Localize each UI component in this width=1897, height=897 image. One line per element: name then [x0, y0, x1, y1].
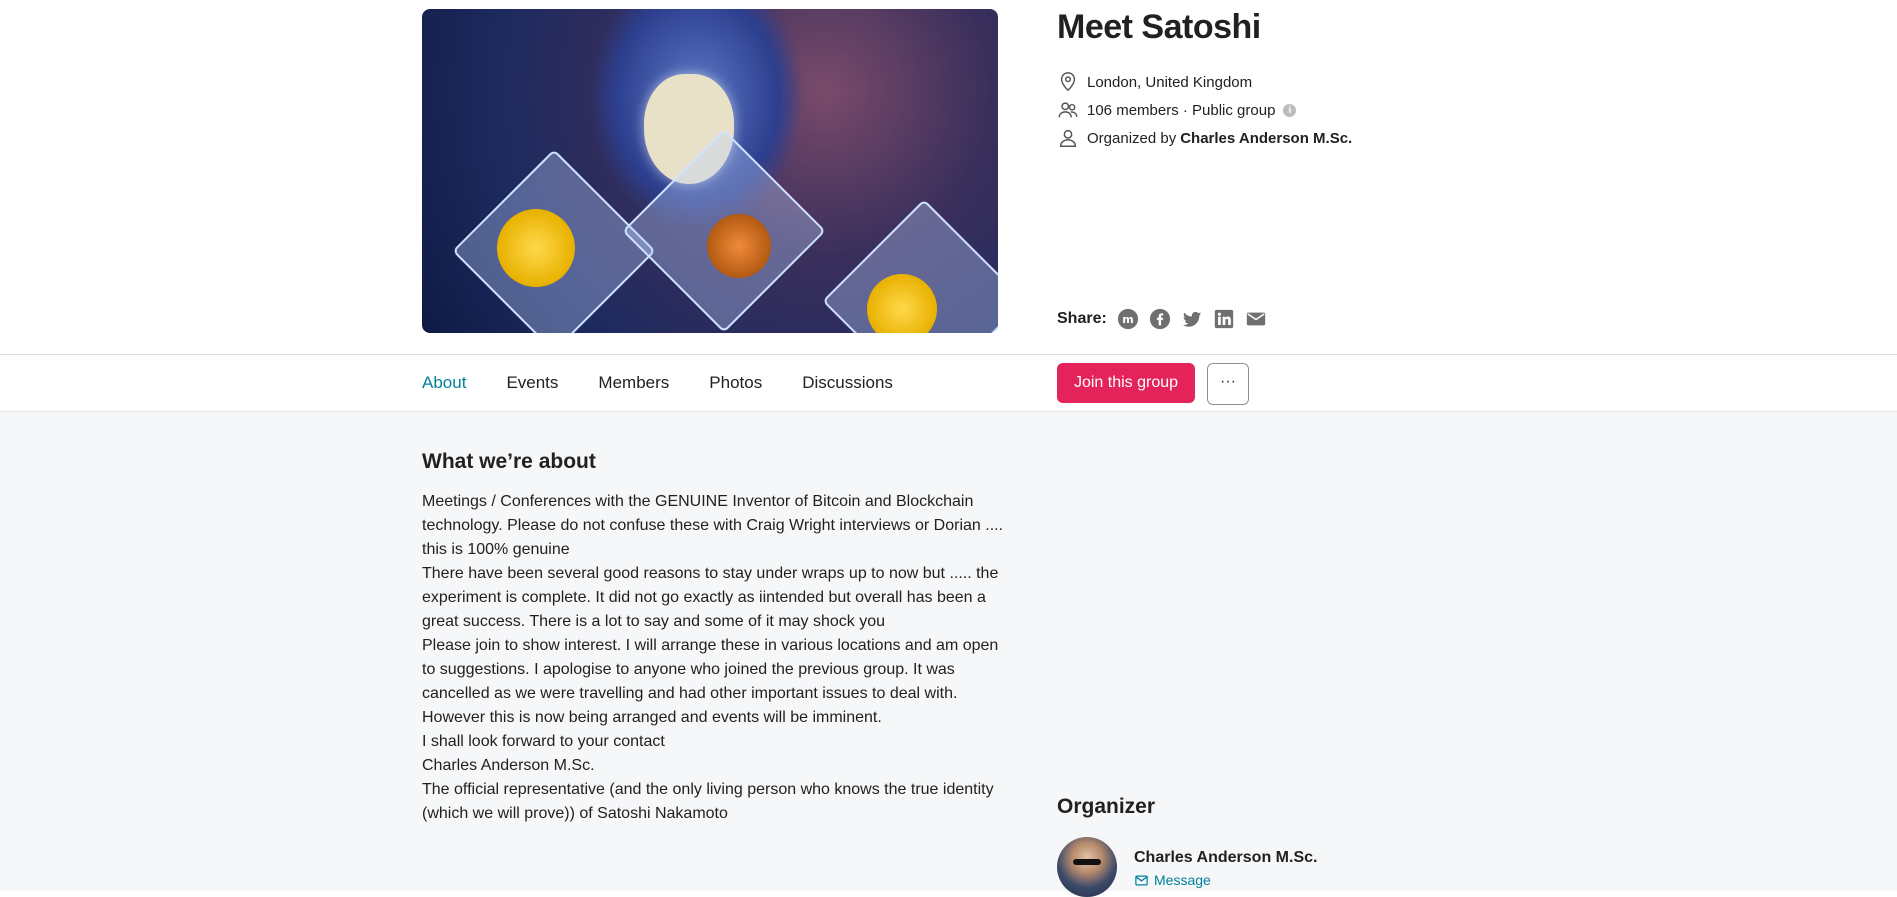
message-label: Message [1154, 872, 1211, 888]
location-row: London, United Kingdom [1057, 68, 1352, 96]
email-icon[interactable] [1245, 308, 1267, 330]
about-description: Meetings / Conferences with the GENUINE … [422, 490, 1012, 826]
twitter-icon[interactable] [1181, 308, 1203, 330]
envelope-icon [1135, 875, 1148, 885]
location-pin-icon [1060, 72, 1076, 92]
linkedin-icon[interactable] [1213, 308, 1235, 330]
tab-events[interactable]: Events [506, 373, 558, 393]
more-options-button[interactable]: ··· [1207, 363, 1249, 405]
about-heading: What we’re about [422, 450, 596, 473]
group-title: Meet Satoshi [1057, 8, 1261, 46]
organized-by-row: Organized by Charles Anderson M.Sc. [1057, 124, 1352, 152]
organized-by-prefix: Organized by [1087, 129, 1177, 147]
person-icon [1059, 129, 1077, 147]
members-row: 106 members · Public group i [1057, 96, 1352, 124]
about-paragraph: Meetings / Conferences with the GENUINE … [422, 493, 1004, 558]
tabs-bar: About Events Members Photos Discussions … [0, 355, 1897, 412]
organizer-heading: Organizer [1057, 795, 1156, 818]
group-meta: London, United Kingdom 106 members · Pub… [1057, 68, 1352, 152]
group-header: Meet Satoshi London, United Kingdom 106 … [0, 0, 1897, 355]
share-bar: Share: m [1057, 308, 1267, 330]
members-text: 106 members · Public group [1087, 101, 1276, 119]
meetup-icon[interactable]: m [1117, 308, 1139, 330]
tab-photos[interactable]: Photos [709, 373, 762, 393]
facebook-icon[interactable] [1149, 308, 1171, 330]
tab-members[interactable]: Members [598, 373, 669, 393]
join-group-button[interactable]: Join this group [1057, 363, 1195, 403]
bitcoin-coin-art [497, 209, 575, 287]
avatar-glasses [1073, 859, 1101, 865]
tab-discussions[interactable]: Discussions [802, 373, 893, 393]
organizer-avatar[interactable] [1057, 837, 1117, 897]
members-icon [1058, 102, 1078, 118]
svg-text:m: m [1122, 313, 1133, 326]
share-label: Share: [1057, 310, 1107, 327]
group-cover-image [422, 9, 998, 333]
tab-about[interactable]: About [422, 373, 466, 393]
info-icon[interactable]: i [1283, 103, 1297, 117]
about-paragraph: I shall look forward to your contact [422, 733, 665, 750]
tabs: About Events Members Photos Discussions [422, 355, 933, 411]
message-organizer-link[interactable]: Message [1134, 872, 1211, 888]
about-paragraph: There have been several good reasons to … [422, 565, 999, 630]
about-paragraph: Please join to show interest. I will arr… [422, 637, 999, 726]
main-content: What we’re about Meetings / Conferences … [0, 412, 1897, 897]
about-paragraph: Charles Anderson M.Sc. [422, 757, 595, 774]
bitcoin-coin-art [707, 214, 771, 278]
location-text: London, United Kingdom [1087, 73, 1253, 91]
about-paragraph: The official representative (and the onl… [422, 781, 994, 822]
organizer-name[interactable]: Charles Anderson M.Sc. [1134, 849, 1317, 867]
organizer-name-link[interactable]: Charles Anderson M.Sc. [1180, 130, 1352, 147]
